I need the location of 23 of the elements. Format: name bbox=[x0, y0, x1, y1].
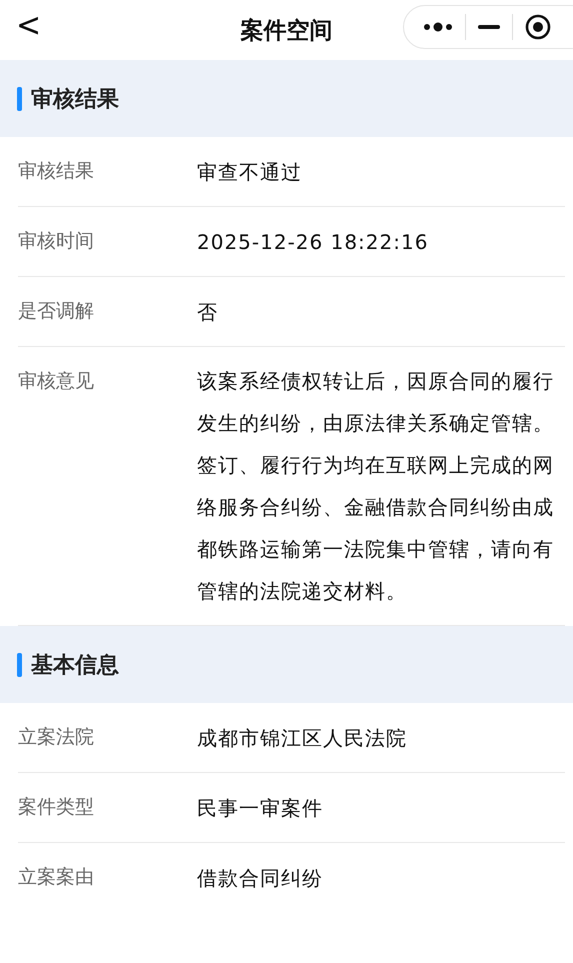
section-title: 基本信息 bbox=[31, 652, 119, 680]
field-value: 成都市锦江区人民法院 bbox=[197, 724, 408, 752]
back-button[interactable]: < bbox=[10, 6, 48, 45]
field-label: 审核结果 bbox=[18, 159, 95, 184]
field-label: 是否调解 bbox=[18, 299, 95, 324]
more-icon[interactable] bbox=[423, 21, 453, 33]
field-label: 立案案由 bbox=[18, 865, 95, 890]
field-label: 审核意见 bbox=[18, 369, 95, 394]
minimize-icon[interactable] bbox=[478, 25, 500, 29]
field-value: 民事一审案件 bbox=[197, 794, 324, 822]
field-value: 借款合同纠纷 bbox=[197, 864, 324, 892]
field-value: 审查不通过 bbox=[197, 158, 303, 186]
target-icon[interactable] bbox=[525, 14, 551, 40]
field-label: 案件类型 bbox=[18, 795, 95, 820]
section-title: 审核结果 bbox=[31, 86, 119, 114]
accent-bar bbox=[17, 652, 22, 676]
page-title: 案件空间 bbox=[240, 16, 332, 46]
accent-bar bbox=[17, 86, 22, 110]
field-value: 否 bbox=[197, 298, 219, 326]
field-value: 2025-12-26 18:22:16 bbox=[197, 228, 430, 256]
field-label: 立案法院 bbox=[18, 725, 95, 750]
field-value: 该案系经债权转让后，因原合同的履行发生的纠纷，由原法律关系确定管辖。签订、履行行为均在互联网上完成的网络服务合纠纷、金融借款合同纠纷由成都铁路运输第一法院集中管辖，请向有管辖的法院递交材料。 bbox=[197, 368, 555, 605]
field-label: 审核时间 bbox=[18, 229, 95, 254]
